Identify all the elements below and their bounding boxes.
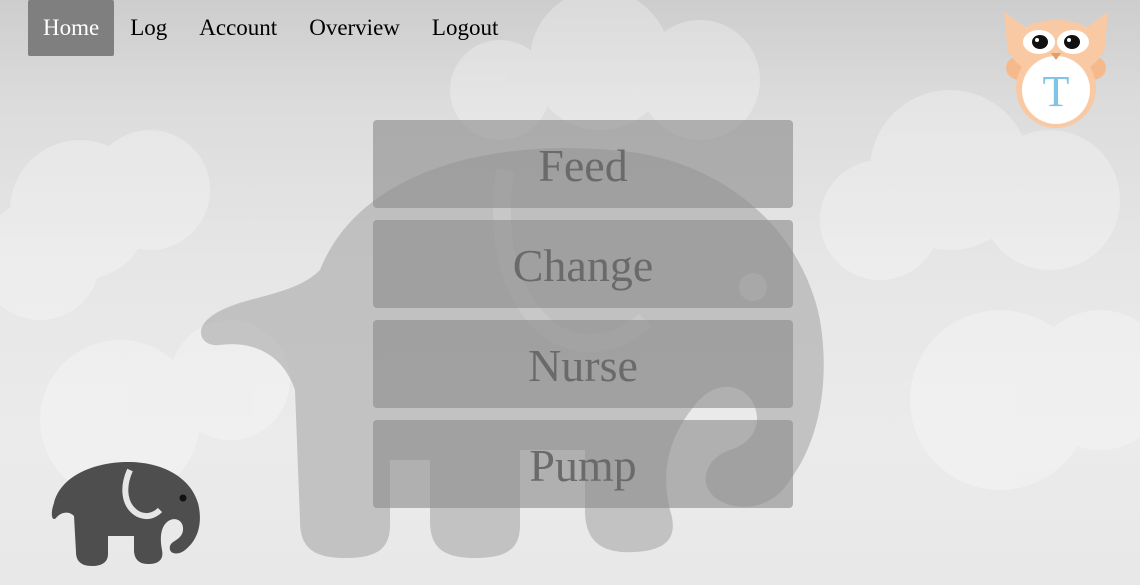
change-button[interactable]: Change — [373, 220, 793, 308]
nav-home[interactable]: Home — [28, 0, 115, 56]
elephant-logo-icon — [51, 461, 200, 566]
nav-overview[interactable]: Overview — [293, 0, 416, 56]
pump-button[interactable]: Pump — [373, 420, 793, 508]
nurse-button[interactable]: Nurse — [373, 320, 793, 408]
top-navigation: Home Log Account Overview Logout — [28, 0, 514, 56]
owl-initial: T — [1043, 67, 1070, 116]
nav-log[interactable]: Log — [114, 0, 183, 56]
owl-icon: T — [1004, 12, 1108, 128]
feed-button[interactable]: Feed — [373, 120, 793, 208]
nav-logout[interactable]: Logout — [416, 0, 514, 56]
nav-account[interactable]: Account — [183, 0, 293, 56]
action-menu: Feed Change Nurse Pump — [373, 120, 793, 520]
